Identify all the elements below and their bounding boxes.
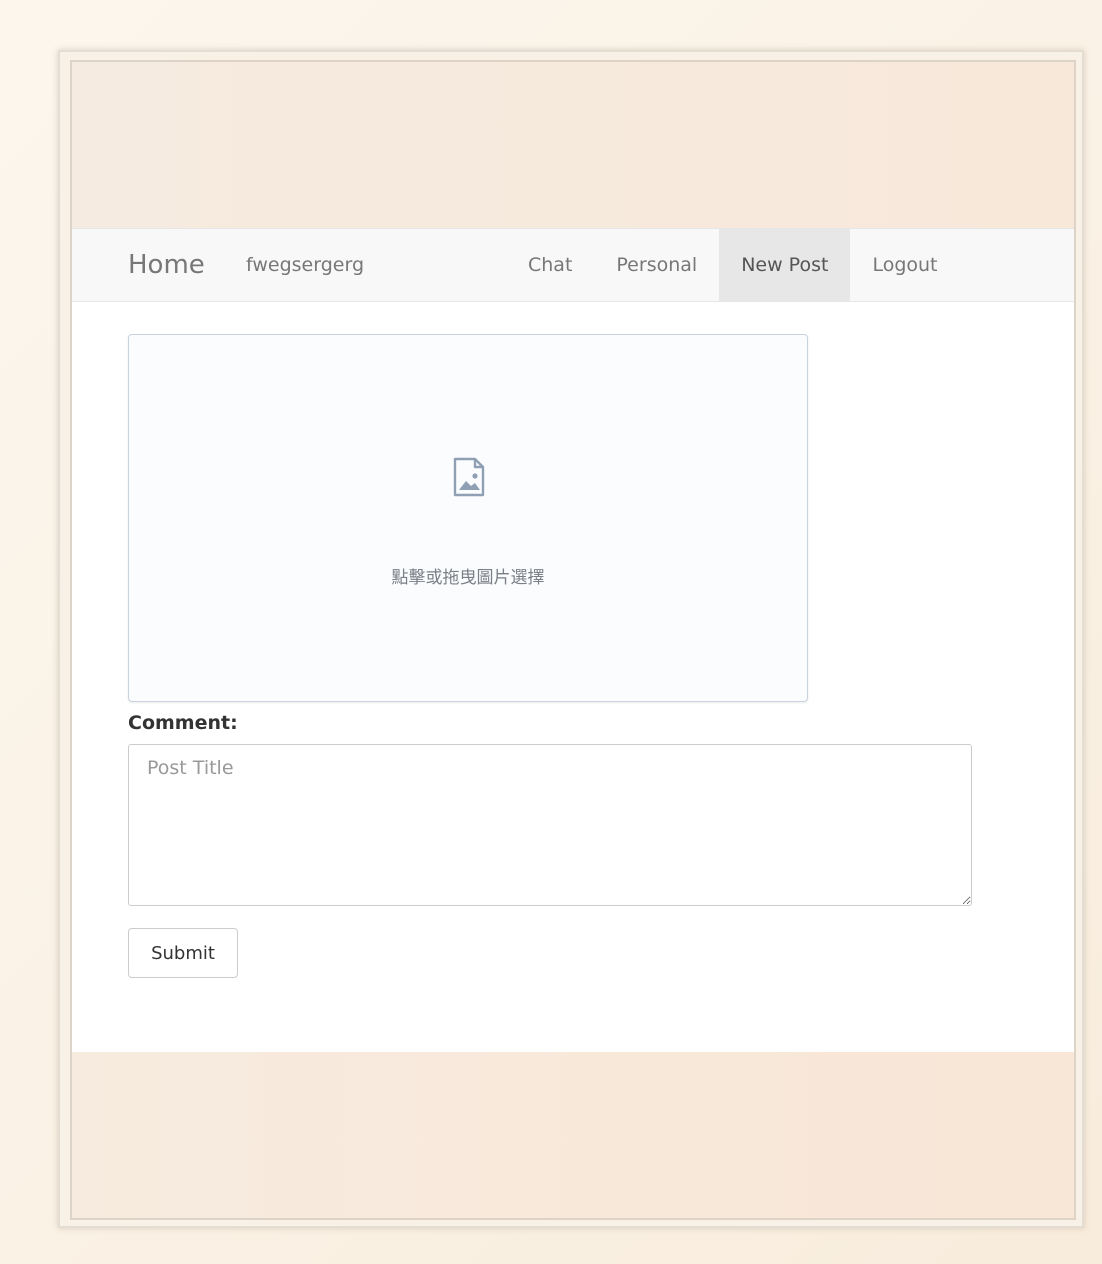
- image-upload-dropzone[interactable]: 點擊或拖曳圖片選擇: [128, 334, 808, 702]
- comment-label: Comment:: [128, 712, 238, 734]
- upload-prompt-text: 點擊或拖曳圖片選擇: [391, 568, 545, 588]
- submit-button[interactable]: Submit: [128, 928, 238, 978]
- navbar: Home fwegsergerg Chat Personal New Post …: [72, 228, 1074, 302]
- comment-textarea[interactable]: [128, 744, 972, 906]
- page-frame-inner: Home fwegsergerg Chat Personal New Post …: [70, 60, 1076, 1220]
- nav-item-personal[interactable]: Personal: [594, 229, 719, 301]
- nav-home-link[interactable]: Home: [128, 229, 205, 301]
- nav-username-link[interactable]: fwegsergerg: [246, 229, 364, 301]
- nav-item-logout[interactable]: Logout: [850, 229, 959, 301]
- nav-item-new-post[interactable]: New Post: [719, 229, 851, 301]
- footer-banner: [72, 1052, 1074, 1218]
- nav-item-chat[interactable]: Chat: [506, 229, 594, 301]
- nav-menu: Chat Personal New Post Logout: [506, 229, 960, 301]
- image-file-icon: [453, 457, 485, 497]
- header-banner: [72, 62, 1074, 228]
- main-content: 點擊或拖曳圖片選擇 Comment: Submit: [72, 302, 1074, 1052]
